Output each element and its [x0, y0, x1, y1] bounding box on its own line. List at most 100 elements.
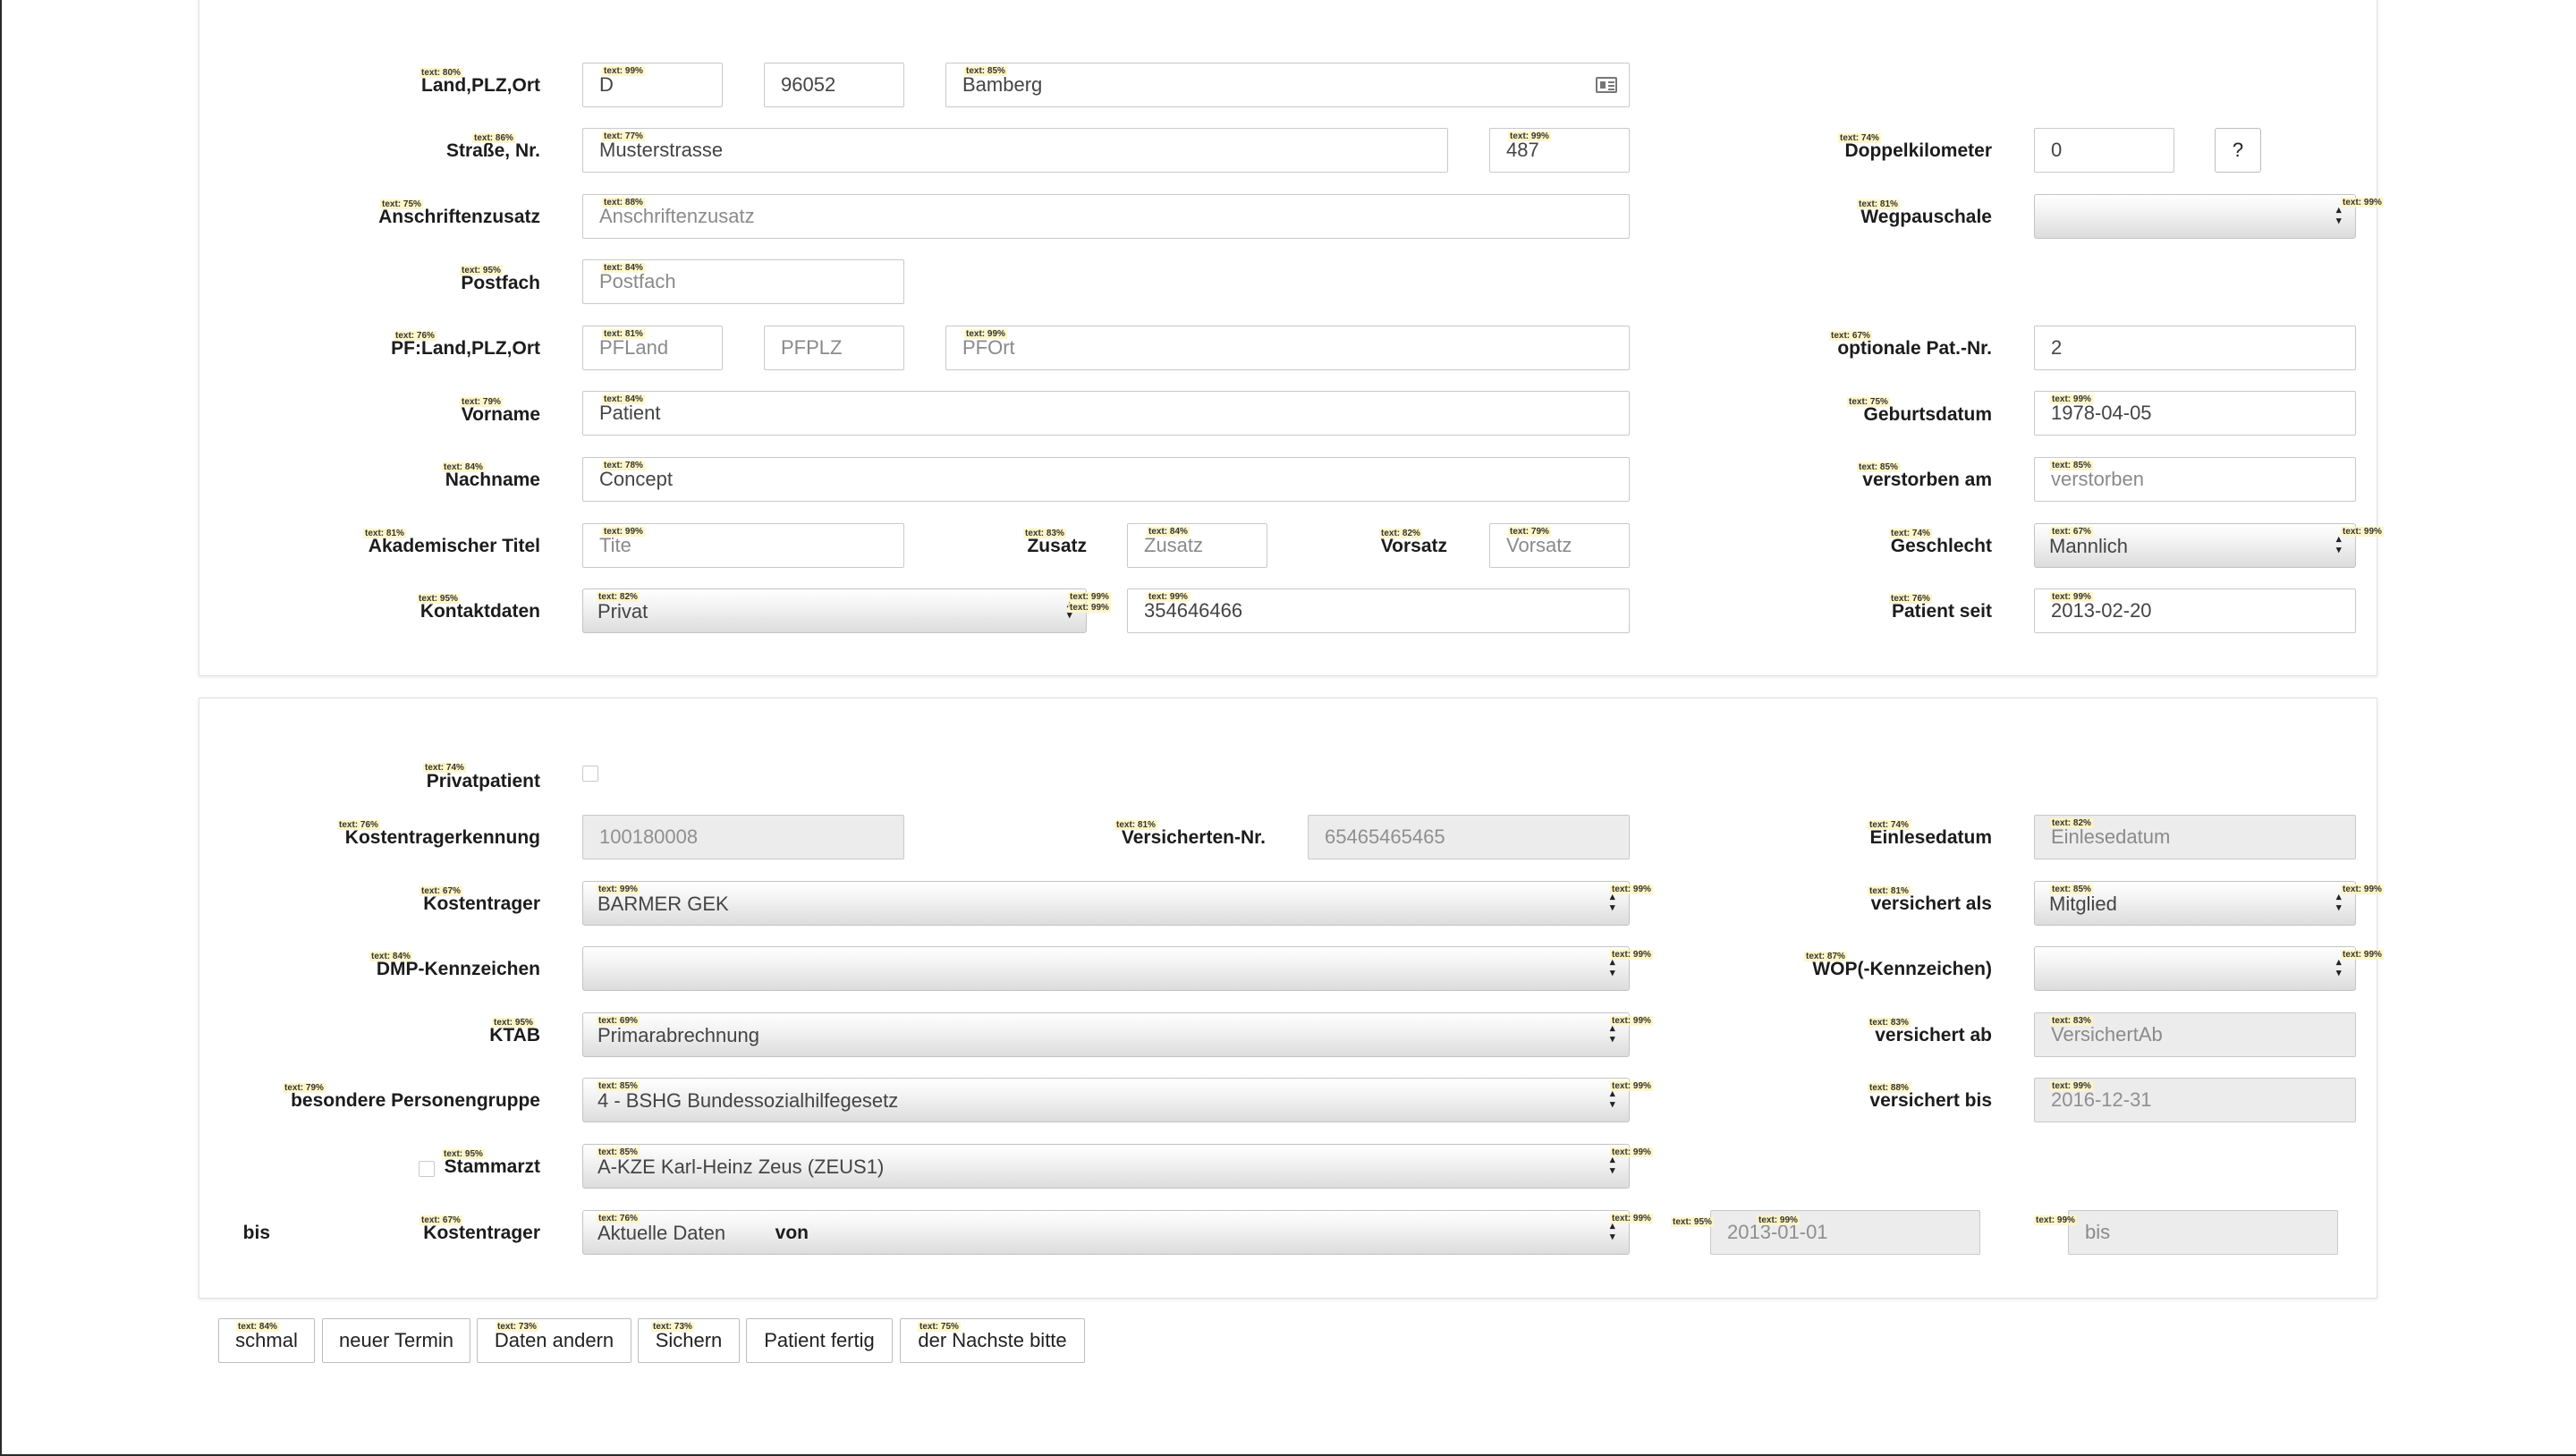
- select-arrows-icon: [1610, 1156, 1616, 1178]
- vorsatz-label: Vorsatz: [1380, 536, 1447, 556]
- privatpatient-checkbox[interactable]: [582, 766, 598, 782]
- nachname-label: Nachname: [445, 470, 540, 490]
- anschriftzusatz-input[interactable]: [582, 194, 1630, 239]
- geburtsdatum-input[interactable]: [2034, 391, 2356, 436]
- der-naechste-bitte-button[interactable]: der Nachste bitte: [900, 1318, 1085, 1363]
- kostentraeger-label: Kostentrager: [423, 893, 540, 914]
- besondere-personengruppe-label: besondere Personengruppe: [291, 1090, 540, 1111]
- versichert-als-label: versichert als: [1870, 893, 1992, 914]
- wop-kennzeichen-label: WOP(-Kennzeichen): [1812, 959, 1992, 979]
- select-arrows-icon: [2336, 893, 2343, 915]
- ktab-label: KTAB: [489, 1025, 540, 1045]
- verstorben-am-label: verstorben am: [1862, 470, 1992, 490]
- select-arrows-icon: [2336, 959, 2343, 980]
- sichern-button[interactable]: Sichern: [638, 1318, 740, 1363]
- geschlecht-value: Mannlich: [2049, 535, 2129, 557]
- kostentraegerkennung-label: Kostentragerkennung: [344, 827, 540, 848]
- vorsatz-input[interactable]: [1489, 523, 1630, 568]
- einlesedatum-input[interactable]: [2034, 815, 2356, 859]
- postfach-input[interactable]: [582, 259, 904, 304]
- patient-seit-input[interactable]: [2034, 588, 2356, 633]
- besondere-personengruppe-select[interactable]: 4 - BSHG Bundessozialhilfegesetz: [582, 1078, 1630, 1122]
- versichert-als-select[interactable]: Mitglied: [2034, 881, 2356, 926]
- pf-land-input[interactable]: [582, 326, 723, 370]
- kontaktdaten-type-value: Privat: [597, 600, 648, 622]
- versichert-als-value: Mitglied: [2049, 893, 2117, 915]
- anschriftzusatz-label: Anschriftenzusatz: [378, 207, 540, 227]
- pf-ort-input[interactable]: [945, 326, 1630, 370]
- zusatz-input[interactable]: [1127, 523, 1267, 568]
- besondere-personengruppe-value: 4 - BSHG Bundessozialhilfegesetz: [597, 1089, 899, 1112]
- versichert-ab-label: versichert ab: [1875, 1025, 1992, 1045]
- kontaktdaten-input[interactable]: [1127, 588, 1630, 633]
- strasse-label: Straße, Nr.: [445, 140, 540, 161]
- titel-input[interactable]: [582, 523, 904, 568]
- select-arrows-icon: [2336, 207, 2343, 228]
- optionale-patnr-input[interactable]: [2034, 326, 2356, 370]
- stammarzt-checkbox[interactable]: [419, 1161, 435, 1177]
- ort-input[interactable]: [945, 63, 1630, 107]
- kontaktdaten-label: Kontaktdaten: [419, 601, 540, 622]
- select-arrows-icon: [1610, 1223, 1616, 1244]
- kostentraeger-select[interactable]: BARMER GEK: [582, 881, 1630, 926]
- schmal-button[interactable]: schmal: [218, 1318, 315, 1363]
- land-input[interactable]: [582, 63, 723, 107]
- wegpauschale-label: Wegpauschale: [1860, 207, 1992, 227]
- vorname-label: Vorname: [461, 404, 540, 425]
- privatpatient-label: Privatpatient: [426, 771, 540, 791]
- plz-input[interactable]: [764, 63, 904, 107]
- doppelkilometer-input[interactable]: [2034, 128, 2174, 173]
- dmp-kennzeichen-select[interactable]: [582, 946, 1630, 991]
- versichert-bis-label: versichert bis: [1869, 1090, 1992, 1111]
- einlesedatum-label: Einlesedatum: [1869, 827, 1992, 848]
- von-input[interactable]: [1710, 1210, 1980, 1255]
- wegpauschale-select[interactable]: [2034, 194, 2356, 239]
- pf-land-plz-ort-label: PF:Land,PLZ,Ort: [391, 338, 540, 359]
- stammarzt-select[interactable]: A-KZE Karl-Heinz Zeus (ZEUS1): [582, 1144, 1630, 1189]
- wop-kennzeichen-select[interactable]: [2034, 946, 2356, 991]
- bis-input[interactable]: [2068, 1210, 2338, 1255]
- land-plz-ort-label: Land,PLZ,Ort: [421, 75, 540, 96]
- stammarzt-value: A-KZE Karl-Heinz Zeus (ZEUS1): [597, 1155, 885, 1178]
- strasse-input[interactable]: [582, 128, 1448, 173]
- select-arrows-icon: [1067, 601, 1073, 622]
- daten-aendern-button[interactable]: Daten andern: [477, 1318, 631, 1363]
- versichertennr-input[interactable]: [1308, 815, 1630, 859]
- hausnr-input[interactable]: [1489, 128, 1630, 173]
- versichert-bis-input[interactable]: [2034, 1078, 2356, 1122]
- verstorben-am-input[interactable]: [2034, 457, 2356, 502]
- kostentraegerkennung-input[interactable]: [582, 815, 904, 859]
- kostentraeger2-select[interactable]: Aktuelle Daten: [582, 1210, 1630, 1255]
- bis-label: bis: [242, 1223, 270, 1243]
- geschlecht-select[interactable]: Mannlich: [2034, 523, 2356, 568]
- versichertennr-label: Versicherten-Nr.: [1121, 827, 1266, 848]
- help-button[interactable]: ?: [2215, 128, 2261, 173]
- von-label: von: [775, 1223, 809, 1243]
- ktab-value: Primarabrechnung: [597, 1024, 759, 1046]
- geschlecht-label: Geschlecht: [1890, 536, 1992, 556]
- kostentraeger2-value: Aktuelle Daten: [597, 1222, 726, 1244]
- nachname-input[interactable]: [582, 457, 1630, 502]
- optionale-patnr-label: optionale Pat.-Nr.: [1837, 338, 1992, 359]
- akademischer-titel-label: Akademischer Titel: [368, 536, 540, 556]
- select-arrows-icon: [1610, 959, 1616, 980]
- doppelkilometer-label: Doppelkilometer: [1844, 140, 1992, 161]
- vorname-input[interactable]: [582, 391, 1630, 436]
- zusatz-label: Zusatz: [1027, 536, 1087, 556]
- versichert-ab-input[interactable]: [2034, 1012, 2356, 1057]
- dmp-kennzeichen-label: DMP-Kennzeichen: [376, 959, 540, 979]
- patient-seit-label: Patient seit: [1891, 601, 1992, 622]
- kostentraeger-value: BARMER GEK: [597, 893, 729, 915]
- select-arrows-icon: [1610, 1025, 1616, 1046]
- neuer-termin-button[interactable]: neuer Termin: [322, 1318, 470, 1363]
- pf-plz-input[interactable]: [764, 326, 904, 370]
- select-arrows-icon: [1610, 893, 1616, 915]
- postfach-label: Postfach: [461, 273, 540, 293]
- address-book-icon[interactable]: [1596, 77, 1617, 93]
- kontaktdaten-type-select[interactable]: Privat: [582, 588, 1087, 633]
- patient-fertig-button[interactable]: Patient fertig: [746, 1318, 893, 1363]
- ktab-select[interactable]: Primarabrechnung: [582, 1012, 1630, 1057]
- select-arrows-icon: [1610, 1090, 1616, 1112]
- select-arrows-icon: [2336, 536, 2343, 557]
- stammarzt-label: Stammarzt: [444, 1156, 540, 1177]
